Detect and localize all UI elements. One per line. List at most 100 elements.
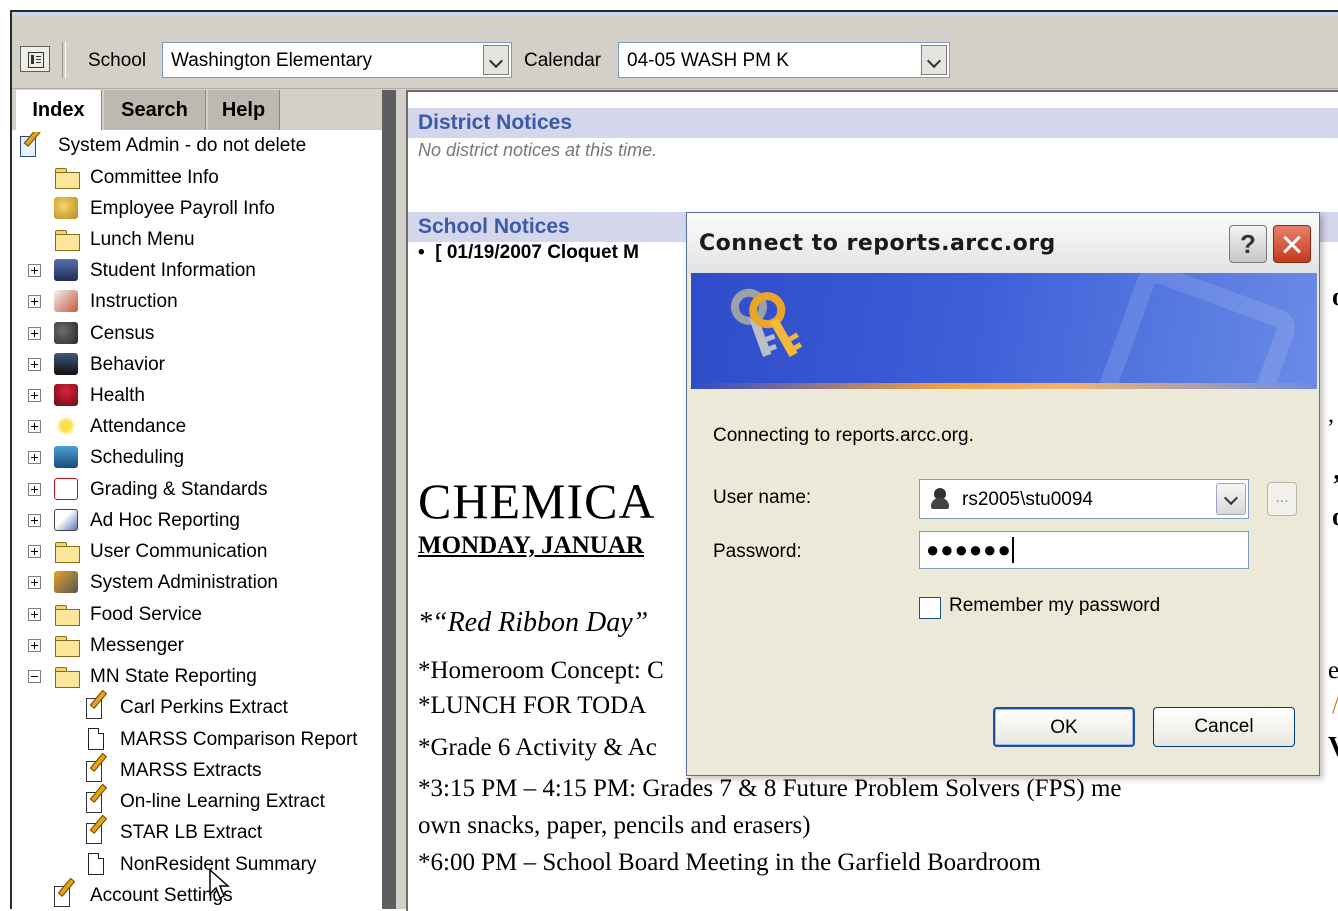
- expand-icon[interactable]: [28, 295, 41, 308]
- keys-icon: [727, 283, 817, 378]
- school-select[interactable]: Washington Elementary: [162, 42, 512, 78]
- text-caret: [1012, 537, 1014, 563]
- district-notices-empty: No district notices at this time.: [418, 140, 658, 160]
- top-strip: [12, 12, 1338, 16]
- dialog-body: Connecting to reports.arcc.org. User nam…: [691, 389, 1317, 773]
- tree-item-label: STAR LB Extract: [120, 822, 263, 843]
- nav-tabs: Index Search Help: [12, 90, 382, 130]
- ok-button[interactable]: OK: [993, 707, 1135, 747]
- notice-fragment: , ‘: [1328, 402, 1338, 428]
- expand-icon[interactable]: [28, 639, 41, 652]
- password-label: Password:: [713, 541, 802, 562]
- expand-icon[interactable]: [28, 483, 41, 496]
- expand-icon[interactable]: [28, 514, 41, 527]
- expand-icon[interactable]: [28, 389, 41, 402]
- remember-password-label: Remember my password: [949, 595, 1161, 616]
- tab-search[interactable]: Search: [104, 90, 206, 130]
- school-notice-item[interactable]: • [ 01/19/2007 Cloquet M: [418, 242, 639, 264]
- expand-icon[interactable]: [28, 358, 41, 371]
- calendar-select[interactable]: 04-05 WASH PM K: [618, 42, 950, 78]
- folder-icon: [54, 541, 80, 563]
- tree-item-label: System Admin - do not delete: [58, 135, 307, 156]
- folder-icon: [54, 229, 80, 251]
- checkbox-icon[interactable]: [919, 597, 941, 619]
- tree-item-label: Health: [90, 385, 145, 406]
- expand-icon[interactable]: [28, 451, 41, 464]
- notice-fragment: er: [1328, 657, 1338, 684]
- document-icon: [88, 728, 104, 750]
- tree-item-label: Ad Hoc Reporting: [90, 510, 240, 531]
- calendar-label: Calendar: [524, 50, 602, 71]
- mouse-cursor-icon: [209, 868, 230, 900]
- username-label: User name:: [713, 487, 812, 508]
- collapse-icon[interactable]: [28, 670, 41, 683]
- school-label: School: [88, 50, 147, 71]
- notice-line: *3:15 PM – 4:15 PM: Grades 7 & 8 Future …: [418, 775, 1122, 802]
- notice-headline: CHEMICA: [418, 473, 656, 529]
- password-field[interactable]: ●●●●●●: [919, 531, 1249, 569]
- chevron-down-icon[interactable]: [483, 45, 509, 75]
- tree-item-label: Census: [90, 323, 155, 344]
- browse-button[interactable]: ...: [1267, 482, 1297, 516]
- folder-icon: [54, 604, 80, 626]
- tree-item-label: MARSS Comparison Report: [120, 729, 358, 750]
- folder-icon: [54, 167, 80, 189]
- tab-index[interactable]: Index: [16, 90, 102, 130]
- dialog-banner: [691, 273, 1317, 389]
- notice-line: *Homeroom Concept: C: [418, 657, 664, 684]
- tree-item-label: User Communication: [90, 541, 268, 562]
- attendance-icon: [54, 415, 78, 437]
- expand-icon[interactable]: [28, 264, 41, 277]
- notice-fragment: V: [1328, 732, 1338, 764]
- dialog-titlebar[interactable]: Connect to reports.arcc.org ?: [687, 213, 1319, 273]
- tree-item-label: Lunch Menu: [90, 229, 195, 250]
- expand-icon[interactable]: [28, 608, 41, 621]
- report-icon: [86, 689, 108, 719]
- dialog-title: Connect to reports.arcc.org: [699, 231, 1056, 256]
- admin-icon: [20, 132, 42, 157]
- panel-gutter: [396, 90, 406, 909]
- tree-item-label: System Administration: [90, 572, 278, 593]
- expand-icon[interactable]: [28, 420, 41, 433]
- report-icon: [86, 814, 108, 844]
- tree-item-label: On-line Learning Extract: [120, 791, 325, 812]
- tree-item-label: Grading & Standards: [90, 479, 268, 500]
- notice-fragment: o: [1332, 502, 1338, 532]
- chevron-down-icon[interactable]: [1216, 483, 1246, 515]
- tree-item-label: Committee Info: [90, 167, 219, 188]
- tree-item-label: Employee Payroll Info: [90, 198, 275, 219]
- behavior-icon: [54, 353, 78, 375]
- grading-icon: [54, 478, 78, 500]
- student-icon: [54, 259, 78, 281]
- cancel-button[interactable]: Cancel: [1153, 707, 1295, 747]
- toggle-index-icon[interactable]: [20, 46, 50, 72]
- username-field[interactable]: rs2005\stu0094: [919, 479, 1249, 519]
- user-icon: [930, 488, 950, 510]
- toolbar: School Washington Elementary Calendar 04…: [12, 36, 1338, 89]
- census-icon: [54, 322, 78, 344]
- expand-icon[interactable]: [28, 327, 41, 340]
- instruction-icon: [54, 290, 78, 312]
- expand-icon[interactable]: [28, 576, 41, 589]
- close-button[interactable]: [1273, 225, 1311, 263]
- notice-line: *Grade 6 Activity & Ac: [418, 734, 657, 761]
- tree-item-label: Behavior: [90, 354, 165, 375]
- panel-splitter[interactable]: [382, 90, 396, 909]
- tab-help[interactable]: Help: [208, 90, 280, 130]
- index-tree: System Admin - do not delete Committee I…: [12, 132, 382, 909]
- school-select-value: Washington Elementary: [171, 50, 373, 71]
- report-icon: [54, 877, 76, 907]
- toolbar-separator: [62, 42, 66, 78]
- folder-icon: [54, 666, 80, 688]
- help-button[interactable]: ?: [1229, 225, 1267, 263]
- scheduling-icon: [54, 446, 78, 468]
- chevron-down-icon[interactable]: [921, 45, 947, 75]
- notice-line: own snacks, paper, pencils and erasers): [418, 812, 811, 839]
- notice-date: MONDAY, JANUAR: [418, 532, 644, 559]
- banner-watermark: [1087, 273, 1301, 389]
- expand-icon[interactable]: [28, 545, 41, 558]
- folder-icon: [54, 635, 80, 657]
- password-value: ●●●●●●: [926, 537, 1012, 562]
- tree-item-label: MN State Reporting: [90, 666, 257, 687]
- tree-item-label: Scheduling: [90, 447, 185, 468]
